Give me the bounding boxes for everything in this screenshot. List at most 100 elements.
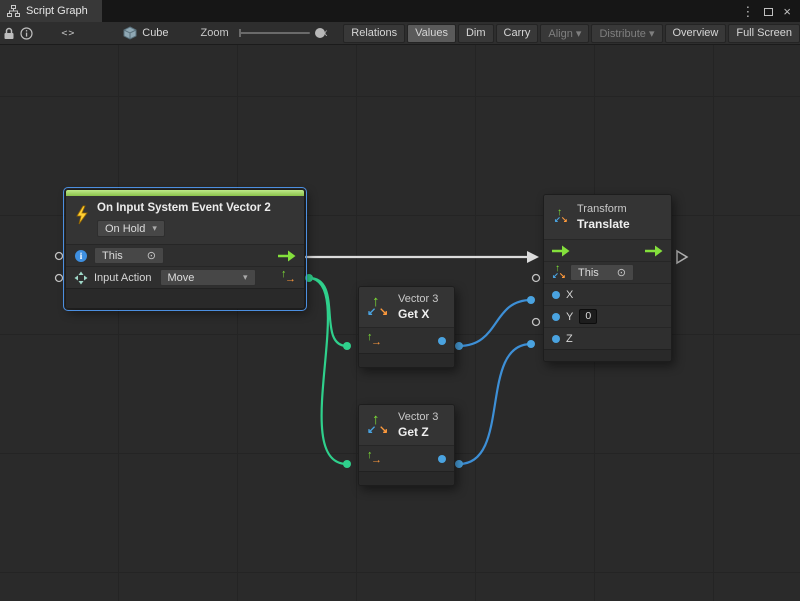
getz-node-header: ↑ ↙ ↘ Vector 3 Get Z <box>359 405 454 445</box>
maximize-icon[interactable] <box>764 5 773 18</box>
transform-mini-icon: ↑ ↙ ↘ <box>552 266 564 280</box>
getx-output-dot[interactable] <box>455 342 463 350</box>
transform-z-input-dot[interactable] <box>527 340 535 348</box>
event-this-port-circle[interactable] <box>56 253 63 260</box>
vector3-input-port-icon[interactable]: ↑ → <box>367 333 382 348</box>
code-view-icon[interactable]: <> <box>60 22 78 44</box>
lock-icon[interactable] <box>0 22 18 44</box>
zoom-slider-thumb[interactable] <box>315 28 325 38</box>
transform-this-dropdown[interactable]: This ⊙ <box>570 264 634 281</box>
flow-output-port[interactable] <box>278 250 296 262</box>
y-input-port[interactable] <box>552 313 560 321</box>
axis-down-left-arrow-icon: ↙ <box>552 272 559 280</box>
run-indicator-icon <box>677 251 687 263</box>
transform-z-row: Z <box>544 327 671 349</box>
info-glyph <box>20 27 33 40</box>
node-on-input-system-event[interactable]: On Input System Event Vector 2 On Hold ▾… <box>65 189 305 309</box>
transform-node-footer <box>544 349 671 361</box>
x-input-port[interactable] <box>552 291 560 299</box>
getz-node-footer <box>359 471 454 485</box>
axis-right-arrow-icon: → <box>371 455 382 466</box>
toolbar-button-align[interactable]: Align ▾ <box>540 24 589 43</box>
wire-getx-to-x[interactable] <box>459 300 531 346</box>
gameobject-icon: i <box>74 249 88 263</box>
chevron-down-icon: ▾ <box>243 272 248 283</box>
getz-input-dot[interactable] <box>343 460 351 468</box>
z-input-port[interactable] <box>552 335 560 343</box>
getx-header-text: Vector 3 Get X <box>398 293 438 321</box>
toolbar-button-distribute[interactable]: Distribute ▾ <box>591 24 662 43</box>
toolbar-button-carry[interactable]: Carry <box>496 24 539 43</box>
lock-glyph <box>3 27 15 40</box>
getz-port-row: ↑ → <box>359 445 454 471</box>
input-action-dropdown[interactable]: Move ▾ <box>160 269 256 286</box>
transform-this-value: This <box>578 267 599 279</box>
target-object-chip[interactable]: Cube <box>123 26 168 40</box>
getx-type: Vector 3 <box>398 293 438 305</box>
vector3-input-port-icon[interactable]: ↑ → <box>367 451 382 466</box>
info-icon[interactable] <box>18 22 36 44</box>
wire-vector2-to-getx[interactable] <box>309 278 347 346</box>
target-object-name: Cube <box>142 27 168 39</box>
toolbar-button-relations[interactable]: Relations <box>343 24 405 43</box>
event-action-row: Input Action Move ▾ ↑ → <box>66 266 304 288</box>
getx-node-footer <box>359 353 454 367</box>
vector2-output-port-icon[interactable]: ↑ → <box>281 270 296 285</box>
transform-this-row: ↑ ↙ ↘ This ⊙ <box>544 261 671 283</box>
zoom-slider-track[interactable] <box>239 32 310 34</box>
cube-icon <box>123 26 137 40</box>
y-value-field[interactable]: 0 <box>579 309 597 324</box>
vector2-output-dot[interactable] <box>305 274 313 282</box>
transform-node-header: ↑ ↙ ↘ Transform Translate <box>544 195 671 239</box>
wire-vector2-to-getz[interactable] <box>309 278 347 464</box>
graph-canvas[interactable]: On Input System Event Vector 2 On Hold ▾… <box>0 45 800 601</box>
unity-graph-window: Script Graph ⋮ × <> <box>0 0 800 601</box>
y-port-label: Y <box>566 311 573 323</box>
tab-label: Script Graph <box>26 5 88 17</box>
flow-output-port[interactable] <box>645 245 663 257</box>
node-transform-translate[interactable]: ↑ ↙ ↘ Transform Translate <box>543 194 672 362</box>
toolbar-button-fullscreen[interactable]: Full Screen <box>728 24 800 43</box>
transform-y-port-circle[interactable] <box>533 319 540 326</box>
transform-icon: ↑ ↙ ↘ <box>554 210 568 224</box>
axis-down-left-arrow-icon: ↙ <box>367 425 376 436</box>
wire-getz-to-z[interactable] <box>459 344 531 464</box>
getx-input-dot[interactable] <box>343 342 351 350</box>
input-action-value: Move <box>168 272 195 284</box>
axis-right-arrow-icon: → <box>371 337 382 348</box>
close-icon[interactable]: × <box>783 5 791 18</box>
event-this-value: This <box>102 250 123 262</box>
toolbar-button-dim[interactable]: Dim <box>458 24 494 43</box>
transform-this-port-circle[interactable] <box>533 275 540 282</box>
x-output-port[interactable] <box>438 337 446 345</box>
toolbar-button-overview[interactable]: Overview <box>665 24 727 43</box>
maximize-square <box>764 8 773 16</box>
zoom-slider[interactable] <box>239 27 310 39</box>
event-this-dropdown[interactable]: This ⊙ <box>94 247 164 264</box>
node-vector3-get-x[interactable]: ↑ ↙ ↘ Vector 3 Get X ↑ → <box>358 286 455 368</box>
getz-operation: Get Z <box>398 425 438 439</box>
axis-right-arrow-icon: → <box>285 274 296 285</box>
event-mode-dropdown[interactable]: On Hold ▾ <box>97 220 165 237</box>
x-port-label: X <box>566 289 573 301</box>
transform-x-input-dot[interactable] <box>527 296 535 304</box>
node-vector3-get-z[interactable]: ↑ ↙ ↘ Vector 3 Get Z ↑ → <box>358 404 455 486</box>
toolbar-button-values[interactable]: Values <box>407 24 456 43</box>
zoom-label: Zoom <box>201 27 229 39</box>
tab-script-graph[interactable]: Script Graph <box>0 0 102 22</box>
getx-port-row: ↑ → <box>359 327 454 353</box>
axis-down-right-arrow-icon: ↘ <box>561 216 568 224</box>
getx-operation: Get X <box>398 307 438 321</box>
getz-output-dot[interactable] <box>455 460 463 468</box>
event-this-row: i This ⊙ <box>66 244 304 266</box>
axis-down-left-arrow-icon: ↙ <box>367 307 376 318</box>
transform-x-row: X <box>544 283 671 305</box>
transform-y-row: Y 0 <box>544 305 671 327</box>
z-output-port[interactable] <box>438 455 446 463</box>
event-action-port-circle[interactable] <box>56 275 63 282</box>
kebab-menu-icon[interactable]: ⋮ <box>741 5 754 18</box>
toolbar-buttons: Relations Values Dim Carry Align ▾ Distr… <box>343 24 800 43</box>
flow-input-port[interactable] <box>552 245 570 257</box>
axis-down-left-arrow-icon: ↙ <box>554 216 561 224</box>
input-action-icon <box>74 271 88 285</box>
